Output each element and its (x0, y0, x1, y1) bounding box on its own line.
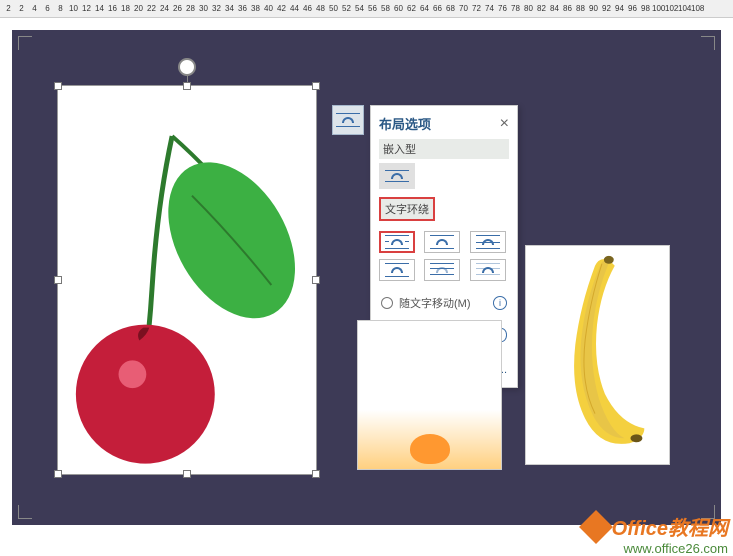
resize-handle-mr[interactable] (312, 276, 320, 284)
wrap-square-option[interactable] (379, 231, 415, 253)
wrap-section-label: 文字环绕 (379, 197, 435, 221)
rotate-handle[interactable] (178, 58, 196, 76)
watermark-url-text: www.office26.com (584, 541, 728, 556)
layout-options-button[interactable] (332, 105, 364, 135)
selected-image-cherry[interactable] (57, 85, 317, 475)
watermark-title-text: Office教程网 (612, 512, 728, 541)
page-canvas[interactable]: 布局选项 × 嵌入型 文字环绕 随文字移动(M) i (12, 30, 721, 525)
resize-handle-ml[interactable] (54, 276, 62, 284)
orange-icon (410, 434, 450, 464)
image-orange[interactable] (357, 320, 502, 470)
wrap-through-option[interactable] (470, 231, 506, 253)
horizontal-ruler: 2246810121416182022242628303234363840424… (0, 0, 733, 18)
resize-handle-bm[interactable] (183, 470, 191, 478)
watermark: Office教程网 www.office26.com (584, 512, 728, 556)
layout-icon (336, 113, 360, 127)
wrap-tight-option[interactable] (424, 231, 460, 253)
watermark-logo-icon (579, 510, 613, 544)
close-icon[interactable]: × (500, 115, 509, 133)
wrap-topbottom-option[interactable] (379, 259, 415, 281)
resize-handle-tl[interactable] (54, 82, 62, 90)
margin-corner-bl (18, 505, 32, 519)
popup-title: 布局选项 (379, 114, 431, 133)
wrap-behind-option[interactable] (424, 259, 460, 281)
radio-move-label: 随文字移动(M) (399, 295, 471, 311)
radio-move-with-text[interactable]: 随文字移动(M) i (379, 291, 509, 315)
document-area: 布局选项 × 嵌入型 文字环绕 随文字移动(M) i (0, 18, 733, 556)
info-icon[interactable]: i (493, 296, 507, 310)
margin-corner-tr (701, 36, 715, 50)
cherry-icon (58, 86, 316, 474)
resize-handle-bl[interactable] (54, 470, 62, 478)
wrap-inline-option[interactable] (379, 163, 415, 189)
banana-icon (526, 246, 669, 463)
radio-move-input[interactable] (381, 297, 393, 309)
wrap-front-option[interactable] (470, 259, 506, 281)
inline-section-label: 嵌入型 (379, 139, 509, 159)
margin-corner-tl (18, 36, 32, 50)
image-banana[interactable] (525, 245, 670, 465)
resize-handle-tr[interactable] (312, 82, 320, 90)
resize-handle-tm[interactable] (183, 82, 191, 90)
resize-handle-br[interactable] (312, 470, 320, 478)
